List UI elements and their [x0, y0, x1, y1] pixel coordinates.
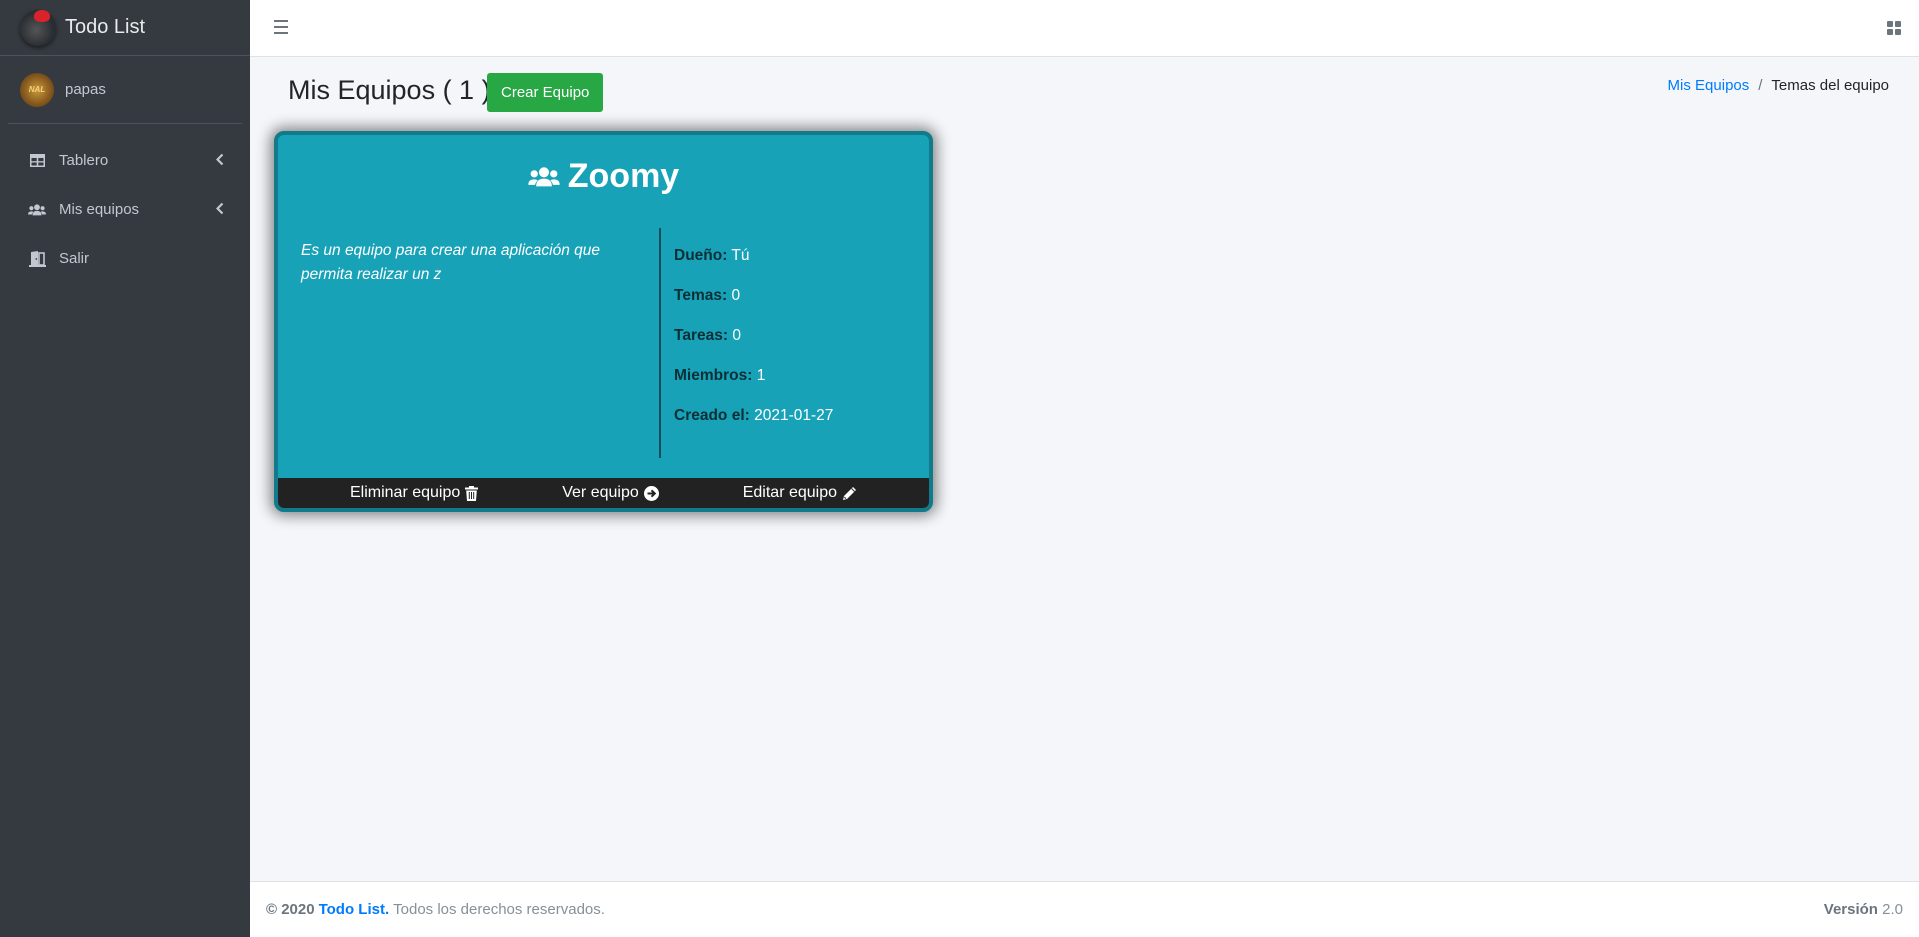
sidebar-item-label: Salir — [59, 250, 90, 267]
main-footer: © 2020 Todo List. Todos los derechos res… — [250, 881, 1919, 937]
edit-team-button[interactable]: Editar equipo — [743, 484, 857, 502]
team-info-members: Miembros: 1 — [674, 367, 766, 384]
breadcrumb: Mis Equipos / Temas del equipo — [1668, 77, 1889, 94]
sidebar-item-tablero[interactable]: Tablero — [8, 136, 242, 185]
user-name[interactable]: papas — [65, 81, 106, 98]
door-exit-icon — [28, 250, 46, 267]
breadcrumb-active: Temas del equipo — [1771, 77, 1889, 94]
content-header: Mis Equipos ( 1 ) Crear Equipo Mis Equip… — [250, 57, 1919, 117]
card-divider — [659, 228, 661, 458]
breadcrumb-link-mis-equipos[interactable]: Mis Equipos — [1668, 77, 1750, 94]
arrow-circle-right-icon — [643, 485, 659, 501]
team-card-actions: Eliminar equipo Ver equipo Editar equipo — [278, 478, 929, 508]
create-team-button[interactable]: Crear Equipo — [487, 73, 604, 112]
avatar-text: NAL — [28, 85, 46, 94]
pencil-icon — [842, 486, 857, 501]
avatar: NAL — [20, 72, 54, 107]
team-card: Zoomy Es un equipo para crear una aplica… — [274, 131, 933, 512]
footer-copyright: © 2020 — [266, 901, 315, 918]
hamburger-menu-icon[interactable] — [274, 20, 288, 34]
sidebar-item-salir[interactable]: Salir — [8, 234, 242, 283]
footer-version: Versión 2.0 — [1823, 901, 1903, 918]
footer-brand-link[interactable]: Todo List. — [319, 901, 390, 918]
team-info: Dueño: Tú Temas: 0 Tareas: 0 Miembros: 1… — [674, 247, 833, 447]
team-name: Zoomy — [567, 157, 680, 195]
team-info-topics: Temas: 0 — [674, 287, 741, 304]
team-description: Es un equipo para crear una aplicación q… — [301, 242, 601, 283]
sidebar-item-mis-equipos[interactable]: Mis equipos — [8, 185, 242, 234]
chevron-left-icon — [215, 152, 224, 169]
team-info-created: Creado el: 2021-01-27 — [674, 407, 834, 424]
chevron-left-icon — [215, 201, 224, 218]
table-icon — [28, 153, 46, 169]
footer-rights: Todos los derechos reservados. — [393, 901, 605, 918]
sidebar: Todo List NAL papas Tablero Mis equipos — [0, 0, 250, 937]
breadcrumb-separator: / — [1758, 77, 1763, 94]
team-info-tasks: Tareas: 0 — [674, 327, 741, 344]
team-card-title: Zoomy — [278, 157, 929, 196]
users-icon — [528, 166, 560, 188]
brand-text: Todo List — [65, 16, 146, 38]
team-info-owner: Dueño: Tú — [674, 247, 750, 264]
grid-layout-icon[interactable] — [1887, 21, 1901, 35]
page-title: Mis Equipos ( 1 ) — [288, 75, 491, 105]
view-team-button[interactable]: Ver equipo — [562, 484, 659, 502]
top-navbar — [250, 0, 1919, 57]
delete-team-button[interactable]: Eliminar equipo — [350, 484, 479, 502]
brand-logo — [20, 9, 56, 46]
sidebar-item-label: Tablero — [59, 152, 109, 169]
trash-icon — [465, 485, 479, 501]
brand-link[interactable]: Todo List — [0, 0, 250, 56]
user-panel[interactable]: NAL papas — [8, 56, 242, 124]
sidebar-nav: Tablero Mis equipos Salir — [0, 124, 250, 283]
sidebar-item-label: Mis equipos — [59, 201, 140, 218]
users-icon — [28, 202, 46, 218]
